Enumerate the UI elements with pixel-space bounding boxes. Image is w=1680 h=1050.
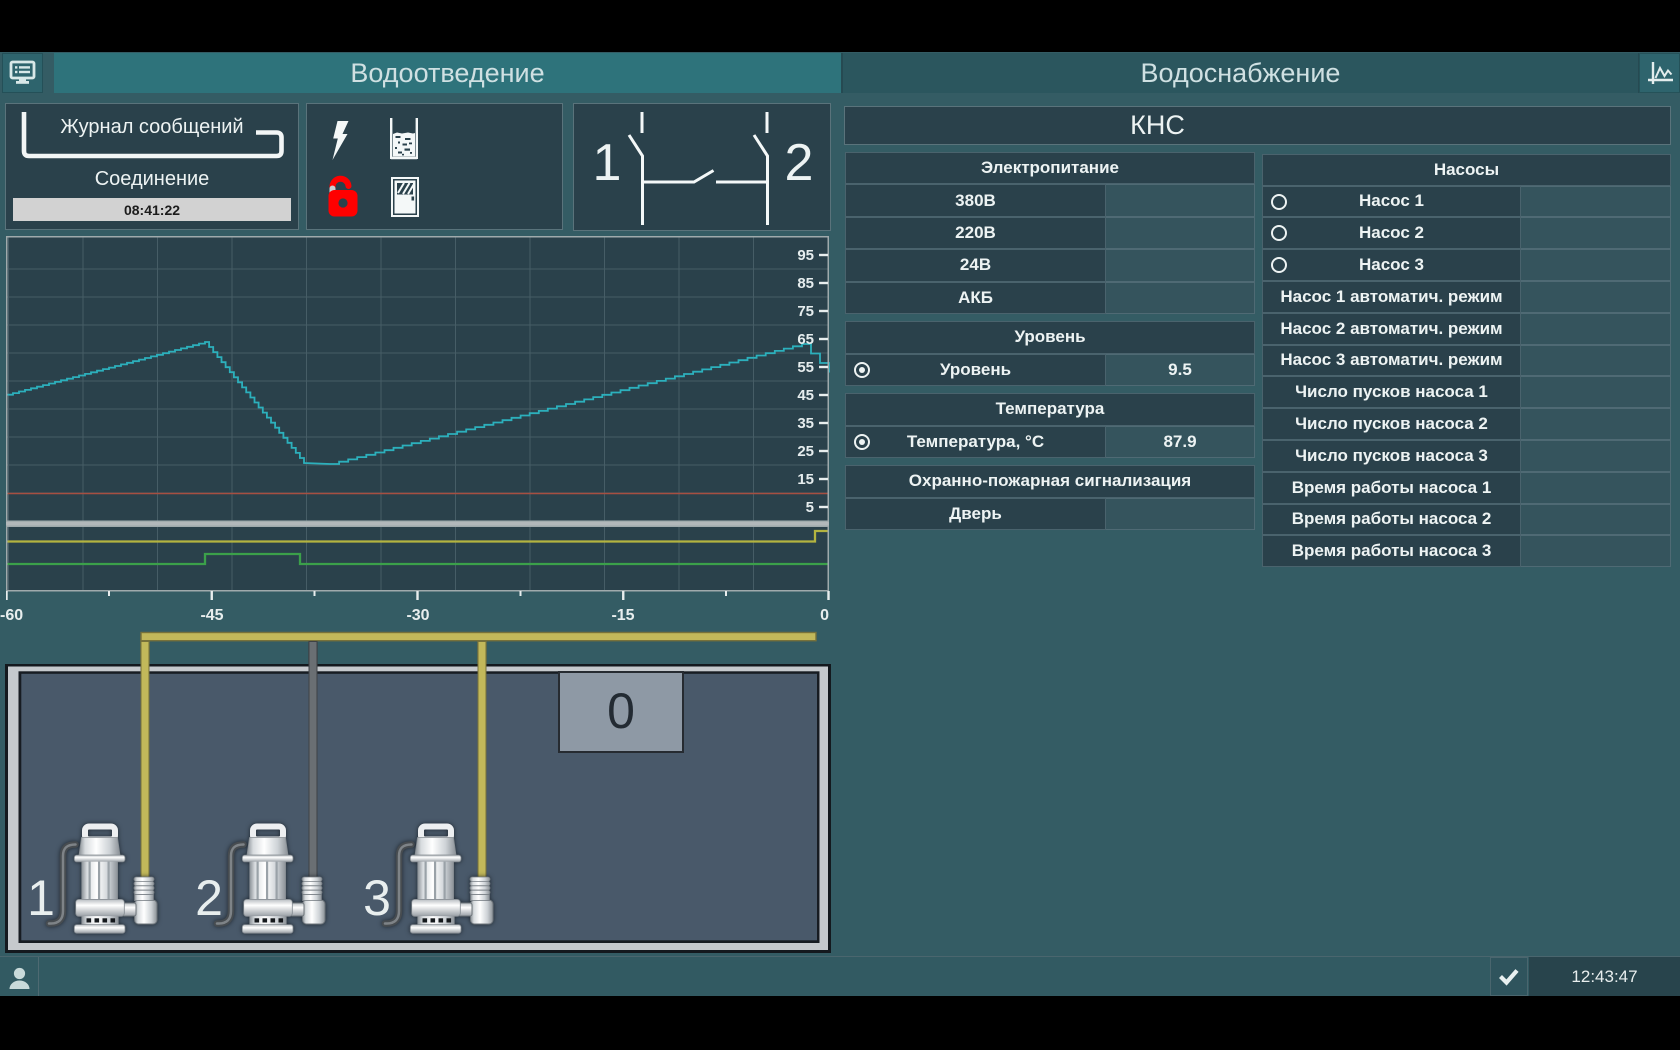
svg-text:15: 15 [797, 471, 814, 488]
svg-text:3: 3 [363, 870, 391, 926]
svg-text:45: 45 [797, 387, 814, 404]
svg-text:95: 95 [797, 247, 814, 264]
svg-text:55: 55 [797, 359, 814, 376]
svg-text:75: 75 [797, 303, 814, 320]
svg-text:65: 65 [797, 331, 814, 348]
svg-text:85: 85 [797, 275, 814, 292]
svg-text:1: 1 [27, 870, 55, 926]
svg-text:2: 2 [195, 870, 223, 926]
svg-text:25: 25 [797, 443, 814, 460]
svg-text:35: 35 [797, 415, 814, 432]
svg-text:0: 0 [607, 683, 635, 739]
svg-text:5: 5 [806, 499, 814, 516]
